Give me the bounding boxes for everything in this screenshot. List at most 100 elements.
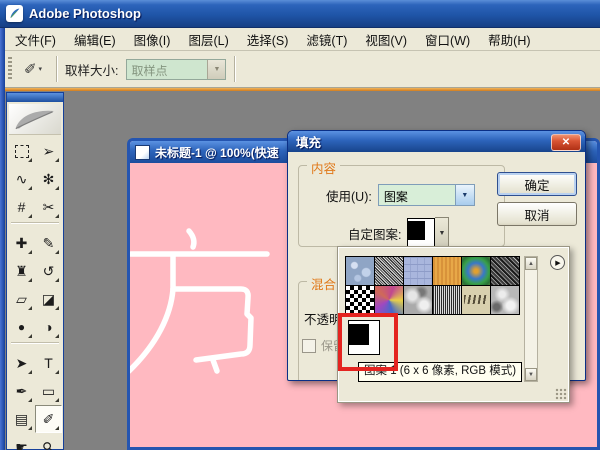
picker-menu-button[interactable]: ▶ [550, 255, 565, 270]
magic-wand-tool[interactable]: ✻ [35, 165, 62, 193]
toolbox-drag-bar[interactable] [7, 93, 63, 102]
brush-icon: ✎ [43, 236, 55, 250]
photoshop-window: Adobe Photoshop 文件(F) 编辑(E) 图像(I) 图层(L) … [0, 0, 600, 450]
pattern-swatch-granite[interactable] [491, 257, 519, 285]
scroll-down-icon: ▼ [528, 372, 534, 378]
menu-filter[interactable]: 滤镜(T) [297, 28, 356, 51]
combo-arrow-icon: ▼ [207, 60, 225, 79]
menu-help[interactable]: 帮助(H) [479, 28, 539, 51]
pattern-picker-popup: ▲ ▼ ▶ 图案 1 (6 x 6 像素, RGB 模式) [337, 246, 570, 403]
eyedropper-tool[interactable]: ✐ [35, 405, 62, 433]
close-button[interactable]: ✕ [551, 134, 581, 151]
dodge-tool[interactable]: ◑ [35, 313, 62, 341]
pattern-swatch-bubbles[interactable] [346, 257, 374, 285]
toolbox-palette: ➢ ∿ ✻ # ✂ ✚ ✎ ♜ ↺ ▱ ◪ ● ◑ ➤ T ✒ ▭ ▤ ✐ [6, 92, 64, 450]
pattern-picker-arrow[interactable]: ▼ [435, 217, 449, 249]
pattern-swatch-marble[interactable] [491, 286, 519, 314]
use-value: 图案 [379, 185, 455, 205]
ok-button[interactable]: 确定 [497, 172, 577, 196]
menu-select[interactable]: 选择(S) [238, 28, 298, 51]
window-left-border [0, 28, 5, 450]
use-row: 使用(U): 图案 ▼ [326, 184, 475, 206]
pattern-swatch-gray-noise[interactable] [375, 257, 403, 285]
cancel-button[interactable]: 取消 [497, 202, 577, 226]
resize-grip[interactable] [555, 388, 567, 400]
scroll-up-button[interactable]: ▲ [525, 257, 537, 270]
custom-pattern-label: 自定图案: [348, 224, 401, 243]
menu-edit[interactable]: 编辑(E) [65, 28, 125, 51]
menu-layer[interactable]: 图层(L) [179, 28, 237, 51]
sample-size-value: 取样点 [127, 60, 207, 79]
notes-tool[interactable]: ▤ [8, 405, 35, 433]
menu-image[interactable]: 图像(I) [125, 28, 180, 51]
pattern-swatch-tie-dye[interactable] [462, 257, 490, 285]
pattern-grid [345, 256, 520, 315]
pattern-preview-black [408, 221, 425, 240]
pattern-swatch-color-swirl[interactable] [375, 286, 403, 314]
lasso-icon: ∿ [16, 172, 28, 186]
eraser-tool[interactable]: ▱ [8, 285, 35, 313]
tool-separator [11, 222, 59, 228]
pattern-tooltip: 图案 1 (6 x 6 像素, RGB 模式) [358, 362, 522, 382]
tool-separator [11, 342, 59, 348]
pattern-scrollbar[interactable]: ▲ ▼ [524, 256, 538, 382]
pattern-swatch-orange-texture[interactable] [433, 257, 461, 285]
healing-brush-tool[interactable]: ✚ [8, 229, 35, 257]
crop-tool[interactable]: # [8, 193, 35, 221]
hand-tool[interactable]: ☛ [8, 433, 35, 450]
custom-pattern-preview[interactable] [407, 218, 435, 248]
scroll-down-button[interactable]: ▼ [525, 368, 537, 381]
photoshop-logo-icon [6, 5, 23, 22]
shape-tool[interactable]: ▭ [35, 377, 62, 405]
slice-tool[interactable]: ✂ [35, 193, 62, 221]
app-titlebar[interactable]: Adobe Photoshop [0, 0, 600, 28]
hand-icon: ☛ [15, 440, 28, 450]
options-bar-grip[interactable] [8, 57, 12, 81]
path-selection-tool[interactable]: ➤ [8, 349, 35, 377]
brush-tool[interactable]: ✎ [35, 229, 62, 257]
photoshop-feather-logo[interactable] [9, 104, 61, 135]
pattern-swatch-clouds[interactable] [404, 286, 432, 314]
zoom-tool[interactable]: ⚲ [35, 433, 62, 450]
move-icon: ➢ [43, 144, 55, 158]
zoom-icon: ⚲ [40, 438, 57, 450]
menu-file[interactable]: 文件(F) [6, 28, 65, 51]
menu-window[interactable]: 窗口(W) [416, 28, 479, 51]
fill-dialog-titlebar[interactable]: 填充 ✕ [288, 131, 585, 152]
combo-arrow-icon: ▼ [439, 230, 446, 237]
divider [56, 56, 57, 82]
history-brush-tool[interactable]: ↺ [35, 257, 62, 285]
preserve-transparency-checkbox[interactable] [302, 339, 316, 353]
menu-view[interactable]: 视图(V) [356, 28, 416, 51]
type-tool[interactable]: T [35, 349, 62, 377]
lasso-tool[interactable]: ∿ [8, 165, 35, 193]
pen-tool[interactable]: ✒ [8, 377, 35, 405]
sample-size-select[interactable]: 取样点 ▼ [126, 59, 226, 80]
divider [234, 56, 235, 82]
move-tool[interactable]: ➢ [35, 137, 62, 165]
clone-stamp-tool[interactable]: ♜ [8, 257, 35, 285]
eyedropper-preset-button[interactable]: ✐ ▾ [18, 56, 48, 82]
use-select[interactable]: 图案 ▼ [378, 184, 475, 206]
workspace: 未标题-1 @ 100%(快速 [0, 91, 600, 450]
document-title: 未标题-1 @ 100%(快速 [155, 144, 279, 161]
tool-grid: ➢ ∿ ✻ # ✂ ✚ ✎ ♜ ↺ ▱ ◪ ● ◑ ➤ T ✒ ▭ ▤ ✐ [7, 137, 63, 450]
pattern-swatch-fine-noise[interactable] [433, 286, 461, 314]
pattern-swatch-blue-weave[interactable] [404, 257, 432, 285]
eyedropper-icon: ✐ [43, 412, 55, 426]
rectangular-marquee-tool[interactable] [8, 137, 35, 165]
pattern-swatch-custom-selected[interactable] [348, 320, 380, 355]
rectangular-marquee-icon [15, 145, 29, 158]
pen-icon: ✒ [16, 384, 28, 398]
paint-bucket-tool[interactable]: ◪ [35, 285, 62, 313]
custom-pattern-row: 自定图案: ▼ [348, 217, 449, 249]
close-icon: ✕ [562, 137, 570, 148]
pattern-swatch-optical-checkerboard[interactable] [346, 286, 374, 314]
paint-bucket-icon: ◪ [42, 292, 55, 306]
blending-group-label: 混合 [307, 274, 340, 293]
use-label: 使用(U): [326, 186, 372, 205]
pattern-swatch-herringbone[interactable] [462, 286, 490, 314]
custom-pattern-black-square [349, 324, 369, 345]
crop-icon: # [18, 200, 26, 214]
blur-tool[interactable]: ● [8, 313, 35, 341]
